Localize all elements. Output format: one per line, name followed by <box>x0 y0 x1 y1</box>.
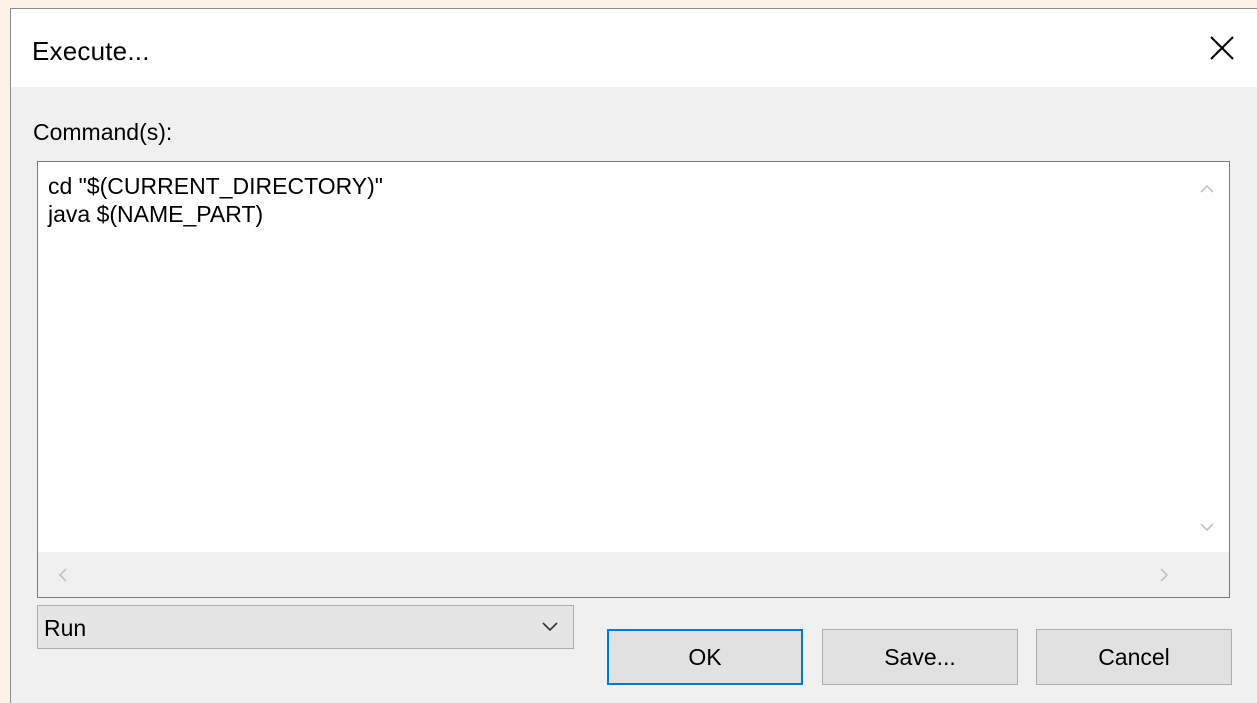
chevron-down-icon <box>542 622 558 632</box>
commands-textarea[interactable]: cd "$(CURRENT_DIRECTORY)" java $(NAME_PA… <box>37 161 1230 598</box>
dialog-title: Execute... <box>32 36 150 66</box>
close-button[interactable] <box>1187 9 1257 87</box>
commands-text[interactable]: cd "$(CURRENT_DIRECTORY)" java $(NAME_PA… <box>48 172 383 228</box>
cancel-button[interactable]: Cancel <box>1036 629 1232 685</box>
scroll-left-button[interactable] <box>48 552 78 597</box>
mode-select[interactable]: Run <box>37 605 574 649</box>
chevron-down-icon <box>1199 523 1214 532</box>
command-line: cd "$(CURRENT_DIRECTORY)" <box>48 173 383 199</box>
command-line: java $(NAME_PART) <box>48 201 264 227</box>
mode-select-value: Run <box>44 615 87 641</box>
commands-label: Command(s): <box>33 119 173 145</box>
ok-button[interactable]: OK <box>607 629 803 685</box>
chevron-left-icon <box>58 567 67 582</box>
horizontal-scrollbar[interactable] <box>38 552 1229 597</box>
save-button[interactable]: Save... <box>822 629 1018 685</box>
execute-dialog: Execute... Command(s): cd "$(CURRENT_DIR… <box>10 8 1257 703</box>
scroll-right-button[interactable] <box>1149 552 1179 597</box>
title-bar: Execute... <box>11 9 1257 87</box>
chevron-up-icon <box>1199 184 1214 193</box>
scroll-up-button[interactable] <box>1184 174 1229 204</box>
vertical-scrollbar[interactable] <box>1184 162 1229 552</box>
chevron-right-icon <box>1160 567 1169 582</box>
close-icon <box>1210 36 1234 60</box>
scroll-down-button[interactable] <box>1184 512 1229 542</box>
